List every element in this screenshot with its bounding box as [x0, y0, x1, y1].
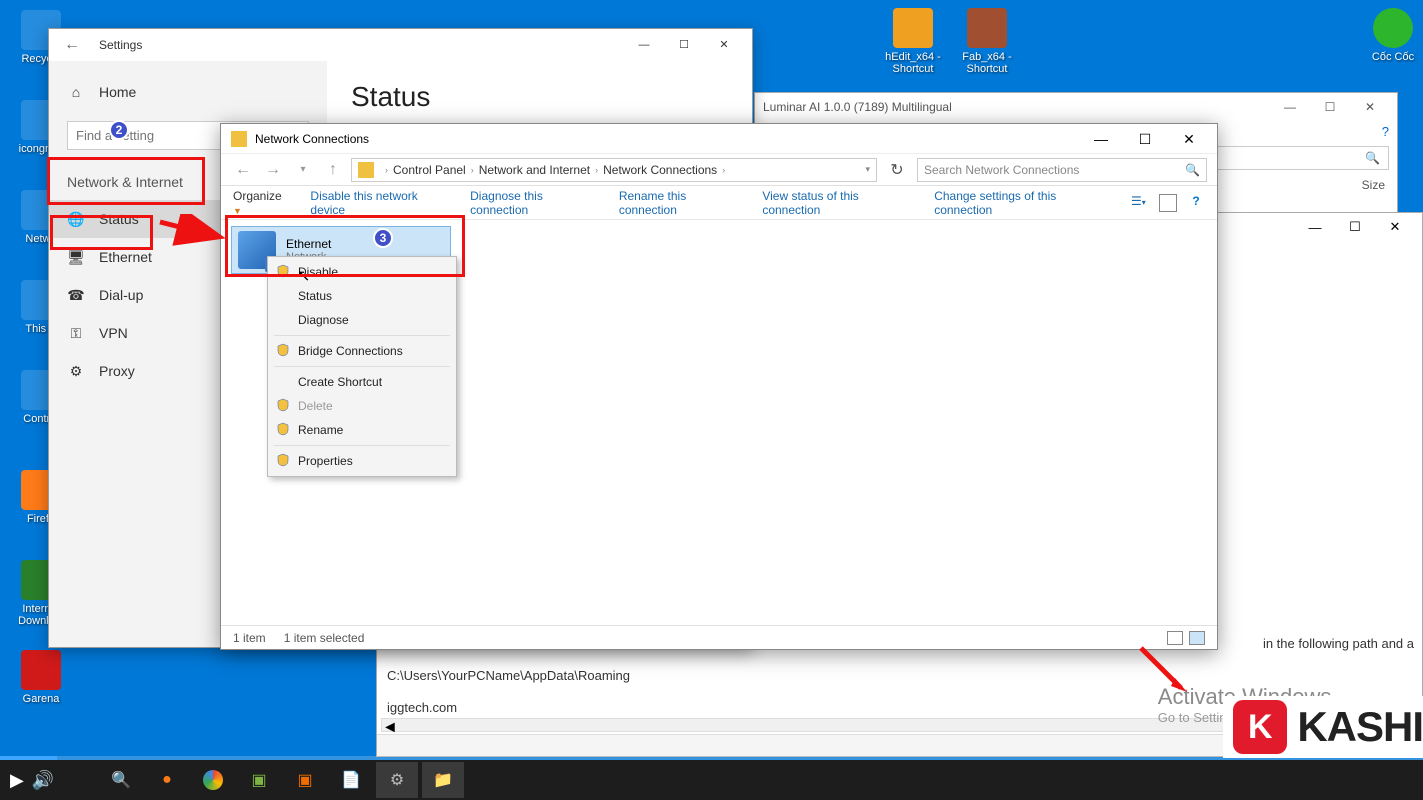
- minimize-button[interactable]: —: [1296, 220, 1334, 235]
- taskbar-search[interactable]: 🔍: [100, 762, 142, 798]
- back-button[interactable]: ←: [57, 36, 87, 54]
- refresh-button[interactable]: ↻: [883, 160, 911, 180]
- toolbar-diagnose[interactable]: Diagnose this connection: [470, 189, 601, 217]
- network-connections-window: Network Connections — ☐ ✕ ← → ▾ ↑ › Cont…: [220, 123, 1218, 650]
- view-options-icon[interactable]: ☰▾: [1131, 194, 1149, 212]
- shield-icon: [276, 398, 290, 412]
- desktop-icon-fab[interactable]: Fab_x64 - Shortcut: [952, 8, 1022, 75]
- dialup-icon: ☎: [67, 286, 85, 304]
- maximize-button[interactable]: ☐: [664, 31, 704, 59]
- sidebar-item-home[interactable]: ⌂ Home: [49, 73, 327, 111]
- annotation-arrow-kashi: [1133, 640, 1193, 700]
- nav-up-button[interactable]: ↑: [321, 158, 345, 182]
- status-selected-count: 1 item selected: [284, 631, 365, 645]
- play-button[interactable]: ▶: [10, 770, 24, 791]
- close-button[interactable]: ✕: [1376, 219, 1414, 235]
- taskbar-explorer[interactable]: 📁: [422, 762, 464, 798]
- separator: [274, 366, 450, 367]
- desktop-icon-garena[interactable]: Garena: [6, 650, 76, 705]
- taskbar-notepad[interactable]: 📄: [330, 762, 372, 798]
- ctx-rename[interactable]: Rename: [268, 418, 456, 442]
- vpn-icon: ⚿: [67, 324, 85, 342]
- nav-history-button[interactable]: ▾: [291, 158, 315, 182]
- desktop-icon-coccoc[interactable]: Cốc Cốc: [1358, 8, 1423, 63]
- toolbar-rename[interactable]: Rename this connection: [619, 189, 744, 217]
- ctx-properties[interactable]: Properties: [268, 449, 456, 473]
- maximize-button[interactable]: ☐: [1123, 125, 1167, 153]
- help-icon[interactable]: ?: [1187, 194, 1205, 212]
- ctx-create-shortcut[interactable]: Create Shortcut: [268, 370, 456, 394]
- window-title: Settings: [99, 38, 142, 52]
- toolbar-view-status[interactable]: View status of this connection: [762, 189, 916, 217]
- ctx-status[interactable]: Status: [268, 284, 456, 308]
- proxy-icon: ⚙: [67, 362, 85, 380]
- close-button[interactable]: ✕: [1351, 100, 1389, 114]
- shield-icon: [276, 422, 290, 436]
- search-icon: 🔍: [1365, 151, 1380, 165]
- breadcrumb-network-internet[interactable]: Network and Internet: [479, 163, 590, 177]
- column-header-size[interactable]: Size: [1362, 178, 1385, 192]
- adapter-name: Ethernet: [286, 237, 331, 251]
- nav-back-button[interactable]: ←: [231, 158, 255, 182]
- breadcrumb-network-connections[interactable]: Network Connections: [603, 163, 717, 177]
- taskbar: ▶ 🔊 🔍 ● ▣ ▣ 📄 ⚙ 📁: [0, 760, 1423, 800]
- search-icon: 🔍: [1185, 163, 1200, 177]
- explorer-title: Luminar AI 1.0.0 (7189) Multilingual: [763, 100, 952, 114]
- cursor-icon: ↖: [297, 266, 310, 286]
- window-title: Network Connections: [255, 132, 369, 146]
- page-title: Status: [351, 81, 728, 113]
- ethernet-icon: 🖥: [67, 248, 85, 266]
- address-bar[interactable]: › Control Panel › Network and Internet ›…: [351, 158, 877, 182]
- home-icon: ⌂: [67, 83, 85, 101]
- desktop-icon-hedit[interactable]: hEdit_x64 - Shortcut: [878, 8, 948, 75]
- shield-icon: [276, 453, 290, 467]
- taskbar-settings[interactable]: ⚙: [376, 762, 418, 798]
- close-button[interactable]: ✕: [704, 31, 744, 59]
- nav-forward-button[interactable]: →: [261, 158, 285, 182]
- kashi-logo-icon: K: [1233, 700, 1287, 754]
- shield-icon: [276, 264, 290, 278]
- minimize-button[interactable]: —: [1079, 125, 1123, 153]
- status-icon: 🌐: [67, 210, 85, 228]
- maximize-button[interactable]: ☐: [1311, 100, 1349, 114]
- preview-pane-icon[interactable]: [1159, 194, 1177, 212]
- taskbar-app2[interactable]: ▣: [284, 762, 326, 798]
- separator: [274, 445, 450, 446]
- fab-icon: [967, 8, 1007, 48]
- ctx-diagnose[interactable]: Diagnose: [268, 308, 456, 332]
- minimize-button[interactable]: —: [1271, 100, 1309, 114]
- status-item-count: 1 item: [233, 631, 266, 645]
- taskbar-app1[interactable]: ▣: [238, 762, 280, 798]
- shield-icon: [276, 343, 290, 357]
- close-button[interactable]: ✕: [1167, 125, 1211, 153]
- control-panel-icon: [231, 131, 247, 147]
- coccoc-icon: [1373, 8, 1413, 48]
- annotation-badge-3: 3: [373, 228, 393, 248]
- annotation-badge-2: 2: [109, 120, 129, 140]
- toolbar-change-settings[interactable]: Change settings of this connection: [934, 189, 1113, 217]
- maximize-button[interactable]: ☐: [1336, 219, 1374, 235]
- volume-button[interactable]: 🔊: [32, 770, 54, 791]
- folder-icon: [358, 162, 374, 178]
- ctx-bridge[interactable]: Bridge Connections: [268, 339, 456, 363]
- search-input[interactable]: Search Network Connections 🔍: [917, 158, 1207, 182]
- context-menu: Disable Status Diagnose Bridge Connectio…: [267, 256, 457, 477]
- connections-list[interactable]: Ethernet Network Disable Status Diagnose…: [221, 220, 1217, 625]
- help-icon[interactable]: ?: [1382, 124, 1389, 139]
- minimize-button[interactable]: —: [624, 31, 664, 59]
- breadcrumb-control-panel[interactable]: Control Panel: [393, 163, 466, 177]
- taskbar-firefox[interactable]: ●: [146, 762, 188, 798]
- hedit-icon: [893, 8, 933, 48]
- separator: [274, 335, 450, 336]
- dropdown-icon[interactable]: ▾: [865, 164, 870, 175]
- toolbar-organize[interactable]: Organize ▼: [233, 189, 292, 217]
- toolbar-disable-device[interactable]: Disable this network device: [310, 189, 452, 217]
- ctx-delete: Delete: [268, 394, 456, 418]
- kashi-watermark: K KASHI: [1223, 696, 1423, 758]
- taskbar-chrome[interactable]: [192, 762, 234, 798]
- garena-icon: [21, 650, 61, 690]
